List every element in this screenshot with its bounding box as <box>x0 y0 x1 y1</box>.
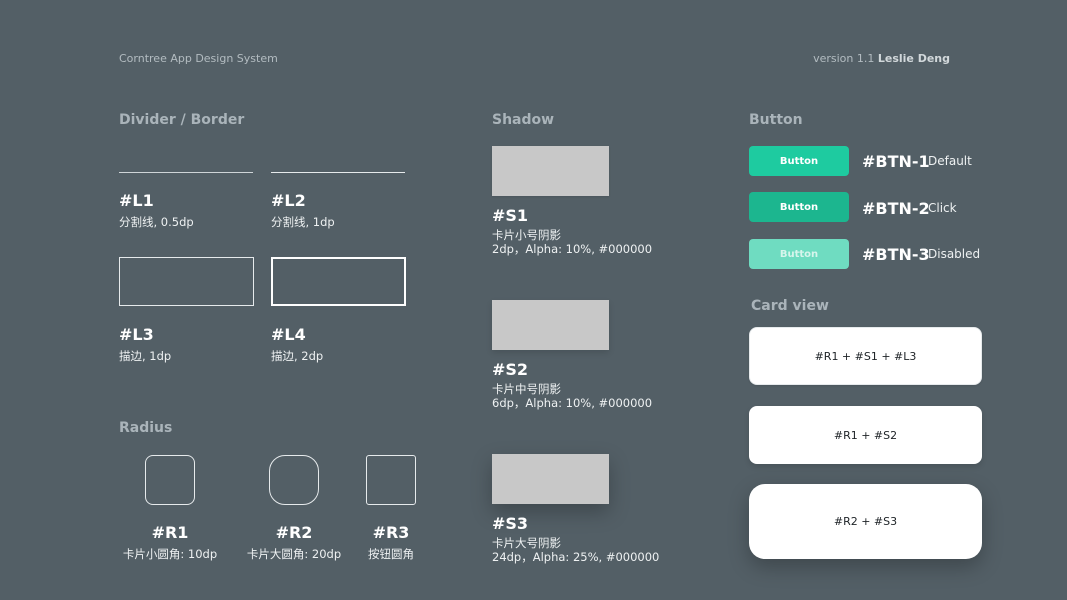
radius-r1-desc: 卡片小圆角: 10dp <box>122 547 218 561</box>
divider-section-title: Divider / Border <box>119 112 245 128</box>
radius-r2-sample <box>269 455 319 505</box>
radius-r2-desc: 卡片大圆角: 20dp <box>246 547 342 561</box>
divider-l1-code: #L1 <box>119 191 154 210</box>
shadow-s2-sample <box>492 300 609 350</box>
doc-title: Corntree App Design System <box>119 52 278 65</box>
version-info: version 1.1 Leslie Deng <box>813 52 950 65</box>
button-disabled[interactable]: Button <box>749 239 849 269</box>
button-default-code: #BTN-1 <box>862 152 930 171</box>
shadow-section-title: Shadow <box>492 112 555 128</box>
border-l4-sample <box>271 257 406 306</box>
radius-r3-code: #R3 <box>372 523 410 542</box>
shadow-s3-name: 卡片大号阴影 <box>492 536 561 550</box>
divider-l2-sample <box>271 172 405 173</box>
version-label: version 1.1 <box>813 52 875 65</box>
button-disabled-state: Disabled <box>928 247 981 261</box>
card-r2-s3-label: #R2 + #S3 <box>833 515 898 528</box>
border-l4-code: #L4 <box>271 325 306 344</box>
shadow-s3-sample <box>492 454 609 504</box>
radius-r1-code: #R1 <box>151 523 189 542</box>
card-r2-s3: #R2 + #S3 <box>749 484 982 559</box>
radius-r2-code: #R2 <box>275 523 313 542</box>
button-click-state: Click <box>928 201 957 215</box>
shadow-s1-code: #S1 <box>492 206 529 225</box>
shadow-s3-code: #S3 <box>492 514 529 533</box>
card-r1-s2: #R1 + #S2 <box>749 406 982 464</box>
radius-r3-desc: 按钮圆角 <box>368 547 414 561</box>
shadow-s2-name: 卡片中号阴影 <box>492 382 561 396</box>
border-l3-sample <box>119 257 254 306</box>
border-l3-desc: 描边, 1dp <box>119 349 172 363</box>
button-disabled-code: #BTN-3 <box>862 245 930 264</box>
border-l4-desc: 描边, 2dp <box>271 349 324 363</box>
shadow-s2-code: #S2 <box>492 360 529 379</box>
button-click-code: #BTN-2 <box>862 199 930 218</box>
radius-section-title: Radius <box>119 420 173 436</box>
button-default[interactable]: Button <box>749 146 849 176</box>
border-l3-code: #L3 <box>119 325 154 344</box>
divider-l2-desc: 分割线, 1dp <box>271 215 335 229</box>
card-view-section-title: Card view <box>751 298 829 314</box>
shadow-s2-spec: 6dp，Alpha: 10%, #000000 <box>492 396 653 410</box>
divider-l2-code: #L2 <box>271 191 306 210</box>
button-default-state: Default <box>928 154 972 168</box>
divider-l1-desc: 分割线, 0.5dp <box>119 215 194 229</box>
shadow-s3-spec: 24dp，Alpha: 25%, #000000 <box>492 550 660 564</box>
shadow-s1-spec: 2dp，Alpha: 10%, #000000 <box>492 242 653 256</box>
divider-l1-sample <box>119 172 253 173</box>
button-click[interactable]: Button <box>749 192 849 222</box>
author-name: Leslie Deng <box>877 52 950 65</box>
button-section-title: Button <box>749 112 803 128</box>
radius-r3-sample <box>366 455 416 505</box>
shadow-s1-sample <box>492 146 609 196</box>
card-r1-s1-l3: #R1 + #S1 + #L3 <box>749 327 982 385</box>
card-r1-s1-l3-label: #R1 + #S1 + #L3 <box>814 349 917 363</box>
shadow-s1-name: 卡片小号阴影 <box>492 228 561 242</box>
radius-r1-sample <box>145 455 195 505</box>
card-r1-s2-label: #R1 + #S2 <box>833 428 898 442</box>
